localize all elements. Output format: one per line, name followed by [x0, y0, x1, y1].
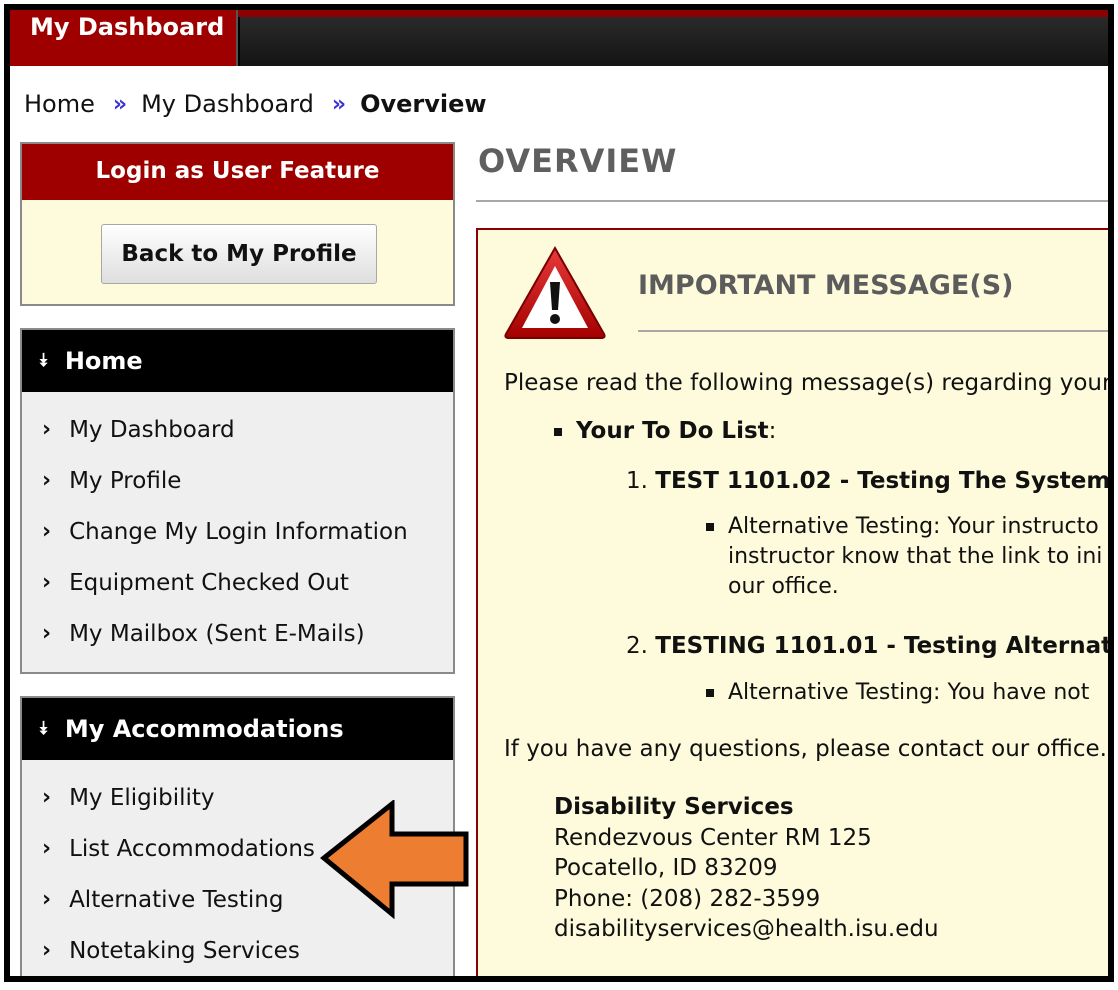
login-as-user-panel: Login as User Feature Back to My Profile — [20, 142, 455, 306]
chevron-right-icon: › — [42, 887, 52, 912]
app-window: My Dashboard Home » My Dashboard » Overv… — [4, 4, 1114, 982]
important-messages-box: IMPORTANT MESSAGE(S) Please read the fol… — [476, 228, 1114, 976]
contact-org: Disability Services — [554, 794, 794, 820]
contact-email-link[interactable]: disabilityservices@health.isu.edu — [554, 914, 939, 945]
main-content: OVERVIEW IMPORTANT MESSAGE(S) Please rea… — [476, 142, 1108, 976]
bullet-icon — [706, 689, 714, 697]
contact-phone: Phone: (208) 282-3599 — [554, 885, 821, 912]
bullet-icon — [554, 427, 562, 436]
home-panel-title: Home — [64, 347, 143, 375]
todo-course-item: 1. TEST 1101.02 - Testing The System — [626, 468, 1111, 494]
sidebar-item-mailbox[interactable]: › My Mailbox (Sent E-Mails) — [22, 608, 453, 659]
sidebar-item-label: List Accommodations — [69, 835, 315, 862]
accommodations-panel-title: My Accommodations — [64, 715, 344, 743]
sidebar-item-label: Alternative Testing — [69, 886, 284, 913]
course-detail-line: our office. — [728, 574, 839, 599]
arrow-left-icon — [320, 800, 469, 920]
chevron-right-icon: › — [42, 938, 52, 963]
message-title: IMPORTANT MESSAGE(S) — [638, 270, 1014, 301]
page-title: OVERVIEW — [478, 142, 678, 180]
sidebar-item-notetaking[interactable]: › Notetaking Services — [22, 925, 453, 976]
back-to-profile-button[interactable]: Back to My Profile — [101, 224, 377, 284]
course-detail-line: Alternative Testing: Your instructo — [728, 514, 1099, 539]
course-detail-line: instructor know that the link to ini — [728, 544, 1103, 569]
chevron-right-icon: › — [42, 785, 52, 810]
home-panel-header[interactable]: ⯯ Home — [22, 330, 453, 392]
double-chevron-down-icon: ⯯ — [38, 350, 49, 371]
todo-list-heading: Your To Do List: — [554, 418, 776, 444]
bullet-icon — [706, 523, 714, 531]
home-nav-panel: ⯯ Home › My Dashboard › My Profile › Change… — [20, 328, 455, 674]
top-nav-background — [240, 17, 1108, 66]
tab-my-dashboard[interactable]: My Dashboard — [10, 10, 238, 66]
title-divider — [476, 200, 1108, 202]
sidebar-item-equipment[interactable]: › Equipment Checked Out — [22, 557, 453, 608]
chevron-right-icon: › — [42, 621, 52, 646]
course-detail-line: Alternative Testing: You have not — [728, 680, 1090, 705]
message-title-divider — [638, 330, 1108, 332]
sidebar-item-label: My Mailbox (Sent E-Mails) — [69, 620, 365, 647]
home-nav-list: › My Dashboard › My Profile › Change My Log… — [22, 392, 453, 659]
chevron-right-icon: › — [42, 468, 52, 493]
contact-block: Disability Services Rendezvous Center RM… — [554, 792, 939, 945]
todo-suffix: : — [768, 418, 777, 444]
sidebar-item-my-dashboard[interactable]: › My Dashboard — [22, 404, 453, 455]
message-intro: Please read the following message(s) reg… — [504, 370, 1114, 396]
sidebar-item-label: Notetaking Services — [69, 937, 300, 964]
course-name: TESTING 1101.01 - Testing Alternat — [655, 633, 1113, 659]
questions-text: If you have any questions, please contac… — [504, 736, 1107, 762]
accommodations-panel-header[interactable]: ⯯ My Accommodations — [22, 698, 453, 760]
contact-address-line: Rendezvous Center RM 125 — [554, 824, 872, 851]
chevron-right-icon: › — [42, 417, 52, 442]
login-as-user-title: Login as User Feature — [22, 144, 453, 200]
course-name: TEST 1101.02 - Testing The System — [655, 468, 1111, 494]
sidebar-item-label: My Dashboard — [69, 416, 235, 443]
breadcrumb-dashboard-link[interactable]: My Dashboard — [141, 90, 314, 118]
warning-triangle-icon — [504, 245, 606, 339]
chevron-right-icon: › — [42, 570, 52, 595]
todo-course-item: 2. TESTING 1101.01 - Testing Alternat — [626, 633, 1113, 659]
sidebar-item-label: My Profile — [69, 467, 182, 494]
course-number: 2. — [626, 633, 648, 659]
sidebar-item-label: Change My Login Information — [69, 518, 408, 545]
course-detail: Alternative Testing: Your instructo inst… — [706, 512, 1103, 602]
breadcrumb-current: Overview — [360, 90, 487, 118]
chevron-right-icon: › — [42, 519, 52, 544]
breadcrumb: Home » My Dashboard » Overview — [24, 90, 487, 118]
breadcrumb-home-link[interactable]: Home — [24, 90, 95, 118]
course-number: 1. — [626, 468, 648, 494]
sidebar-item-label: Equipment Checked Out — [69, 569, 349, 596]
sidebar-item-change-login[interactable]: › Change My Login Information — [22, 506, 453, 557]
chevron-right-icon: › — [42, 836, 52, 861]
sidebar-item-my-profile[interactable]: › My Profile — [22, 455, 453, 506]
double-chevron-right-icon: » — [112, 91, 127, 117]
double-chevron-down-icon: ⯯ — [38, 718, 49, 739]
top-navigation-bar: My Dashboard — [10, 10, 1108, 66]
contact-address-line: Pocatello, ID 83209 — [554, 855, 778, 881]
course-detail: Alternative Testing: You have not — [706, 678, 1090, 708]
todo-label: Your To Do List — [576, 418, 769, 444]
double-chevron-right-icon: » — [331, 91, 346, 117]
sidebar-item-label: My Eligibility — [69, 784, 215, 811]
